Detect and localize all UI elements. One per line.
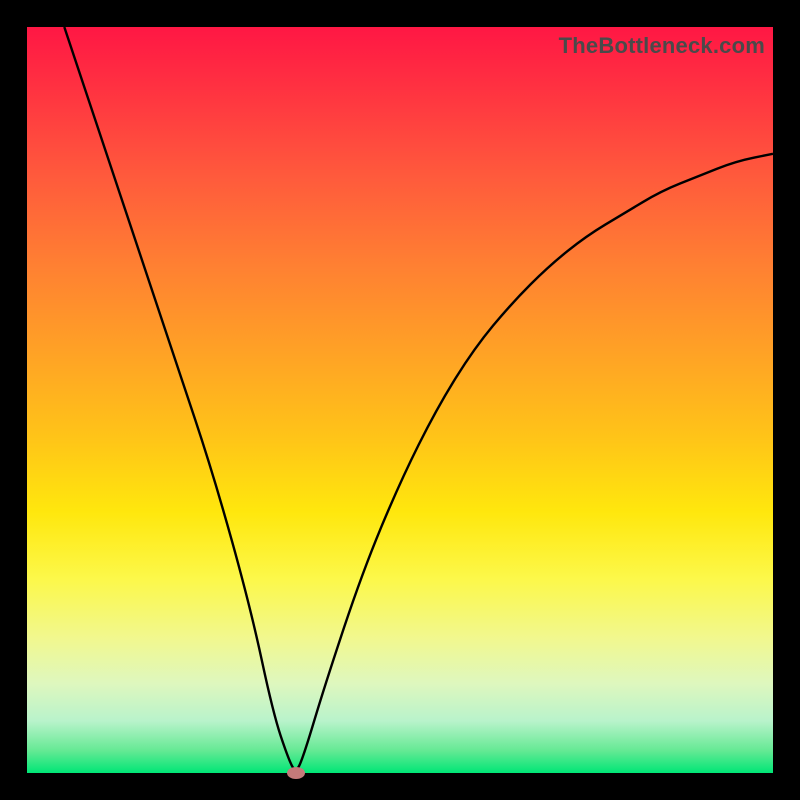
curve-path <box>64 27 773 769</box>
plot-area: TheBottleneck.com <box>27 27 773 773</box>
bottleneck-curve <box>27 27 773 773</box>
optimal-marker <box>287 767 305 779</box>
chart-frame: TheBottleneck.com <box>0 0 800 800</box>
